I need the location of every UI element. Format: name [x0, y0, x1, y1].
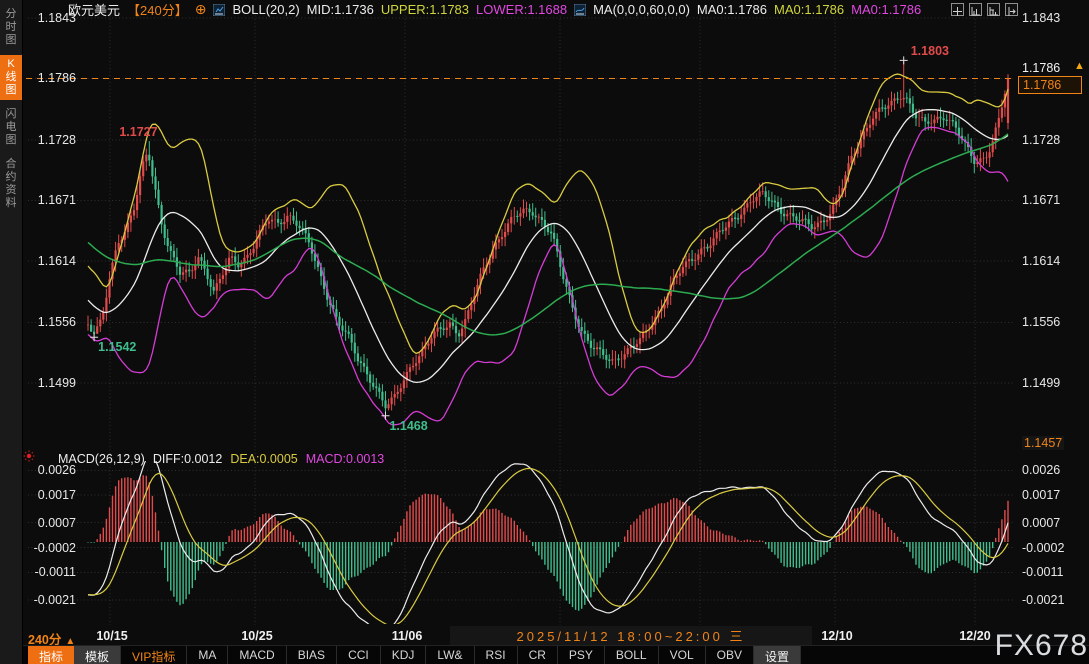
alert-dot-icon[interactable]: [23, 449, 35, 467]
ma-value-magenta: MA0:1.1786: [851, 2, 921, 17]
ma-indicator-icon[interactable]: [574, 4, 586, 16]
macd-axis-label-left: -0.0021: [30, 593, 76, 607]
price-axis-label-left: 1.1671: [30, 193, 76, 207]
indicator-tab-BOLL[interactable]: BOLL: [605, 646, 659, 664]
boll-upper-value: UPPER:1.1783: [381, 2, 469, 17]
indicator-tab-MA[interactable]: MA: [187, 646, 228, 664]
price-axis-label-right: 1.1614: [1022, 254, 1076, 268]
price-axis-label-right: 1.1671: [1022, 193, 1076, 207]
boll-name: BOLL(20,2): [232, 2, 299, 17]
price-axis-label-right: 1.1499: [1022, 376, 1076, 390]
price-axis-label-left: 1.1728: [30, 133, 76, 147]
crosshair-icon[interactable]: [951, 3, 964, 16]
price-axis-label-left: 1.1556: [30, 315, 76, 329]
date-tick-label: 11/06: [377, 629, 437, 643]
macd-axis-label-right: -0.0002: [1022, 541, 1076, 555]
price-axis-label-left: 1.1614: [30, 254, 76, 268]
left-nav: 分时图 K线图 闪电图 合约资料: [0, 0, 23, 664]
boll-lower-value: LOWER:1.1688: [476, 2, 567, 17]
indicator-tab-PSY[interactable]: PSY: [558, 646, 605, 664]
macd-axis-label-right: 0.0017: [1022, 488, 1076, 502]
price-up-arrow-icon: ▲: [1074, 60, 1085, 72]
high-annotation: 1.1803: [911, 44, 949, 58]
indicator-tab-VOL[interactable]: VOL: [659, 646, 706, 664]
period-label[interactable]: 【240分】: [127, 0, 188, 19]
price-axis-label-right: 1.1728: [1022, 133, 1076, 147]
nav-item-lightning-chart[interactable]: 闪电图: [0, 105, 22, 150]
fx678-watermark: FX678: [995, 629, 1088, 663]
macd-axis-label-left: -0.0011: [30, 565, 76, 579]
nav-item-time-chart[interactable]: 分时图: [0, 5, 22, 50]
ma-value-yellow: MA0:1.1786: [774, 2, 844, 17]
macd-axis-label-right: 0.0026: [1022, 463, 1076, 477]
indicator-tab-VIP指标[interactable]: VIP指标: [121, 646, 187, 664]
macd-axis-label-left: 0.0026: [30, 463, 76, 477]
symbol-name: 欧元美元: [68, 0, 120, 19]
collapse-right-icon[interactable]: [1005, 3, 1018, 16]
ma-name: MA(0,0,0,60,0,0): [593, 2, 690, 17]
indicator-tab-模板[interactable]: 模板: [74, 646, 121, 664]
indicator-tab-LW&[interactable]: LW&: [426, 646, 474, 664]
chart-canvas[interactable]: [0, 0, 1089, 664]
chart-header: 欧元美元 【240分】 ⊕ BOLL(20,2) MID:1.1736 UPPE…: [68, 2, 921, 17]
price-axis-label-left: 1.1499: [30, 376, 76, 390]
macd-axis-label-left: -0.0002: [30, 541, 76, 555]
add-compare-icon[interactable]: ⊕: [195, 1, 207, 18]
macd-header: MACD(26,12,9) DIFF:0.0012 DEA:0.0005 MAC…: [58, 452, 384, 466]
macd-dea-value: DEA:0.0005: [230, 452, 297, 466]
axis-scale-right-icon[interactable]: [987, 3, 1000, 16]
current-price-badge: 1.1786: [1018, 76, 1082, 94]
nav-item-contract-info[interactable]: 合约资料: [0, 155, 22, 213]
date-tick-label: 10/25: [227, 629, 287, 643]
trading-app-window: 分时图 K线图 闪电图 合约资料 欧元美元 【240分】 ⊕ BOLL(20,2…: [0, 0, 1089, 664]
indicator-tab-BIAS[interactable]: BIAS: [287, 646, 337, 664]
low-annotation: 1.1468: [389, 419, 427, 433]
indicator-tab-指标[interactable]: 指标: [28, 646, 74, 664]
price-axis-label-left: 1.1786: [30, 71, 76, 85]
indicator-tab-RSI[interactable]: RSI: [475, 646, 518, 664]
boll-mid-value: MID:1.1736: [307, 2, 374, 17]
price-axis-label-right: 1.1556: [1022, 315, 1076, 329]
indicator-tab-KDJ[interactable]: KDJ: [381, 646, 427, 664]
indicator-tab-MACD[interactable]: MACD: [228, 646, 286, 664]
boll-indicator-icon[interactable]: [213, 4, 225, 16]
low-annotation: 1.1542: [98, 340, 136, 354]
ma-value-white: MA0:1.1786: [697, 2, 767, 17]
high-annotation: 1.1727: [119, 125, 157, 139]
macd-axis-label-right: 0.0007: [1022, 516, 1076, 530]
axis-scale-left-icon[interactable]: [969, 3, 982, 16]
chart-low-price-label: 1.1457: [1022, 436, 1064, 450]
indicator-tab-CR[interactable]: CR: [518, 646, 558, 664]
date-tick-label: 10/15: [82, 629, 142, 643]
time-axis: 240分▲ 10/1510/2511/0611/2812/1012/20 202…: [0, 626, 1089, 645]
selected-candle-time: 2025/11/12 18:00~22:00 三: [450, 626, 812, 645]
nav-item-kline-chart[interactable]: K线图: [0, 55, 22, 100]
chart-toolbar: [951, 3, 1018, 16]
macd-diff-value: DIFF:0.0012: [153, 452, 222, 466]
macd-axis-label-left: 0.0017: [30, 488, 76, 502]
macd-macd-value: MACD:0.0013: [306, 452, 385, 466]
indicator-tab-OBV[interactable]: OBV: [706, 646, 754, 664]
macd-axis-label-right: -0.0021: [1022, 593, 1076, 607]
indicator-tab-bar: 指标模板VIP指标MAMACDBIASCCIKDJLW&RSICRPSYBOLL…: [0, 645, 1089, 664]
price-axis-label-right: 1.1843: [1022, 11, 1076, 25]
price-gridline-label-current: 1.1786: [1022, 61, 1060, 75]
macd-axis-label-right: -0.0011: [1022, 565, 1076, 579]
date-tick-label: 12/10: [807, 629, 867, 643]
indicator-tab-设置[interactable]: 设置: [754, 646, 801, 664]
macd-axis-label-left: 0.0007: [30, 516, 76, 530]
indicator-tab-CCI[interactable]: CCI: [337, 646, 381, 664]
